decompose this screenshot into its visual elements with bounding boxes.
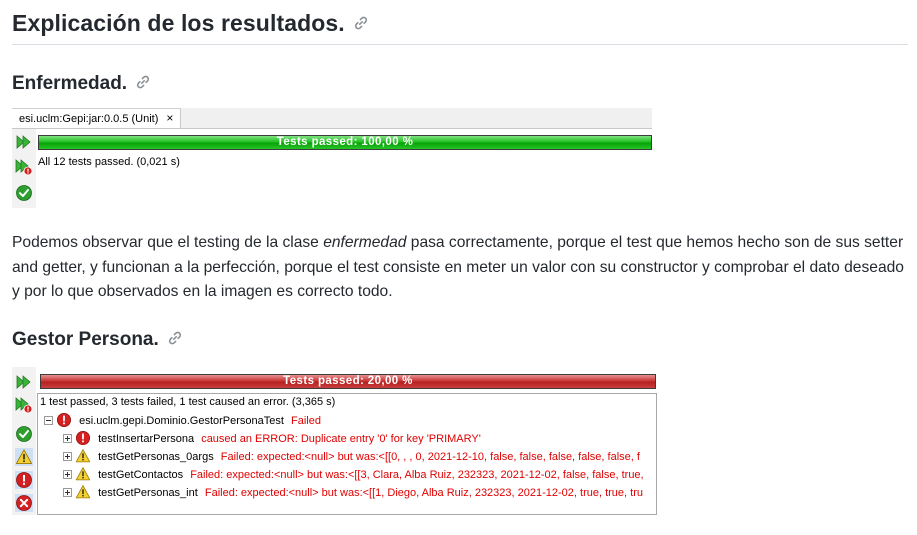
test-name: testGetPersonas_0args: [98, 451, 214, 463]
title-divider: [12, 44, 908, 45]
section-heading-gestor-text: Gestor Persona.: [12, 329, 159, 350]
rerun-failed-icon[interactable]: [15, 396, 33, 414]
test-name: testGetContactos: [98, 469, 184, 481]
section-heading-enfermedad: Enfermedad.: [12, 73, 151, 95]
test-message: Failed: expected:<null> but was:<[[1, Di…: [204, 487, 643, 499]
collapse-icon[interactable]: [44, 415, 53, 425]
side-toolbar: [12, 129, 36, 208]
rerun-icon[interactable]: [15, 133, 33, 151]
side-toolbar: [12, 367, 36, 515]
progress-label: Tests passed: 100,00 %: [276, 136, 414, 148]
tree-row-suite[interactable]: esi.uclm.gepi.Dominio.GestorPersonaTest …: [44, 413, 321, 430]
tab-unit-results[interactable]: esi.uclm:Gepi:jar:0.0.5 (Unit) ×: [12, 108, 182, 128]
suite-name: esi.uclm.gepi.Dominio.GestorPersonaTest: [79, 415, 284, 427]
warning-icon: [75, 448, 91, 464]
test-name: testGetPersonas_int: [98, 487, 198, 499]
warning-icon: [75, 484, 91, 500]
test-message: caused an ERROR: Duplicate entry '0' for…: [201, 433, 481, 445]
paragraph-text: Podemos observar que el testing de la cl…: [12, 234, 324, 251]
show-passed-icon[interactable]: [15, 425, 33, 443]
error-icon: [75, 430, 91, 446]
tree-row-test[interactable]: testGetContactos Failed: expected:<null>…: [63, 467, 644, 484]
close-icon[interactable]: ×: [166, 111, 173, 125]
expand-icon[interactable]: [63, 433, 72, 443]
progress-bar: Tests passed: 100,00 %: [38, 135, 652, 150]
page-title-text: Explicación de los resultados.: [12, 10, 345, 36]
section-heading-enfermedad-text: Enfermedad.: [12, 73, 128, 94]
paragraph-emphasis: enfermedad: [323, 234, 407, 251]
test-message: Failed: expected:<null> but was:<[[0, , …: [220, 451, 640, 463]
link-icon[interactable]: [167, 330, 183, 346]
warning-icon: [75, 466, 91, 482]
summary-text: All 12 tests passed. (0,021 s): [38, 156, 180, 168]
error-icon: [56, 412, 72, 428]
test-message: Failed: expected:<null> but was:<[[3, Cl…: [190, 469, 644, 481]
section-heading-gestor-persona: Gestor Persona.: [12, 329, 183, 351]
link-icon[interactable]: [353, 15, 369, 31]
expand-icon[interactable]: [63, 451, 72, 461]
tab-bar: esi.uclm:Gepi:jar:0.0.5 (Unit) ×: [12, 108, 652, 129]
page-title: Explicación de los resultados.: [12, 10, 369, 37]
expand-icon[interactable]: [63, 487, 72, 497]
show-passed-icon[interactable]: [15, 184, 33, 202]
show-errors-icon[interactable]: [15, 471, 33, 489]
tab-label: esi.uclm:Gepi:jar:0.0.5 (Unit): [19, 113, 159, 125]
show-aborted-icon[interactable]: [15, 494, 33, 512]
summary-text: 1 test passed, 3 tests failed, 1 test ca…: [40, 396, 336, 408]
progress-bar: Tests passed: 20,00 %: [40, 374, 656, 389]
results-tree: 1 test passed, 3 tests failed, 1 test ca…: [37, 393, 657, 515]
rerun-icon[interactable]: [15, 373, 33, 391]
junit-panel-gestor-persona: Tests passed: 20,00 % 1 test passed, 3 t…: [12, 367, 662, 515]
suite-status: Failed: [291, 415, 321, 427]
progress-label: Tests passed: 20,00 %: [283, 375, 413, 387]
expand-icon[interactable]: [63, 469, 72, 479]
show-failures-icon[interactable]: [15, 448, 33, 466]
test-name: testInsertarPersona: [98, 433, 195, 445]
tree-row-test[interactable]: testInsertarPersona caused an ERROR: Dup…: [63, 431, 481, 448]
tree-row-test[interactable]: testGetPersonas_int Failed: expected:<nu…: [63, 485, 643, 502]
junit-panel-enfermedad: esi.uclm:Gepi:jar:0.0.5 (Unit) × Tests pa…: [12, 108, 652, 208]
explanation-paragraph: Podemos observar que el testing de la cl…: [12, 231, 912, 305]
tree-row-test[interactable]: testGetPersonas_0args Failed: expected:<…: [63, 449, 640, 466]
rerun-failed-icon[interactable]: [15, 158, 33, 176]
link-icon[interactable]: [135, 74, 151, 90]
